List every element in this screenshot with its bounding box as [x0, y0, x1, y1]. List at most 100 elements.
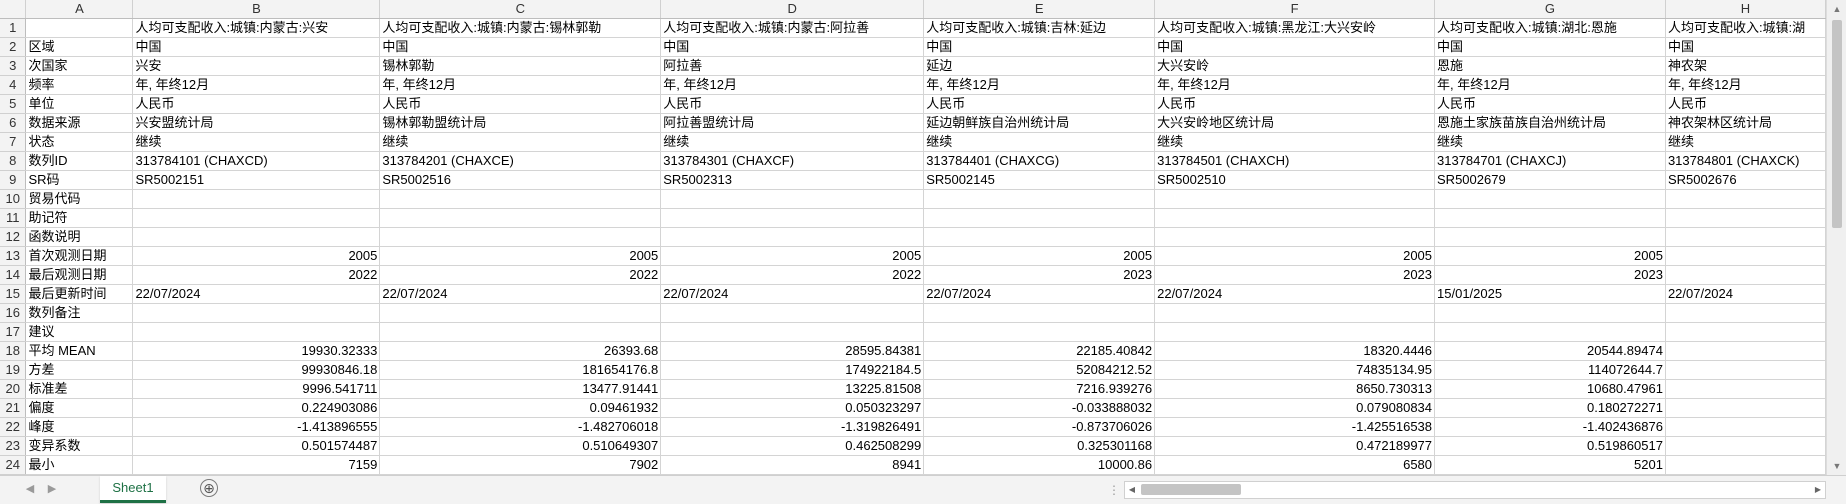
cell-label[interactable]: 数列ID	[25, 151, 134, 171]
row-header[interactable]: 18	[0, 341, 27, 361]
cell-label[interactable]: 频率	[25, 75, 134, 95]
scroll-down-arrow-icon[interactable]: ▼	[1827, 457, 1846, 475]
cell-label[interactable]: 状态	[25, 132, 134, 152]
cell[interactable]	[1434, 322, 1666, 342]
cell[interactable]: 年, 年终12月	[660, 75, 925, 95]
cell[interactable]: 2023	[923, 265, 1156, 285]
cell[interactable]	[379, 189, 662, 209]
cell[interactable]	[132, 303, 381, 323]
cell[interactable]: 22/07/2024	[379, 284, 662, 304]
cell[interactable]: 0.462508299	[660, 436, 925, 456]
row-header[interactable]: 2	[0, 37, 27, 57]
cell[interactable]: 28595.84381	[660, 341, 925, 361]
cell[interactable]: 年, 年终12月	[1434, 75, 1666, 95]
cell[interactable]: 人均可支配收入:城镇:内蒙古:兴安	[132, 18, 381, 38]
cell[interactable]: 313784701 (CHAXCJ)	[1434, 151, 1666, 171]
row-header[interactable]: 8	[0, 151, 27, 171]
cell[interactable]	[1665, 246, 1826, 266]
select-all-corner[interactable]	[0, 0, 27, 19]
cell[interactable]: 中国	[1665, 37, 1826, 57]
row-header[interactable]: 20	[0, 379, 27, 399]
cell[interactable]: 6580	[1154, 455, 1436, 475]
cell-label[interactable]: 最小	[25, 455, 134, 475]
cell[interactable]: -1.482706018	[379, 417, 662, 437]
cell[interactable]: 18320.4446	[1154, 341, 1436, 361]
row-header[interactable]: 3	[0, 56, 27, 76]
cell[interactable]	[1665, 360, 1826, 380]
cell[interactable]: SR5002151	[132, 170, 381, 190]
cell[interactable]: 人均可支配收入:城镇:湖北:恩施	[1434, 18, 1666, 38]
cell[interactable]: 年, 年终12月	[379, 75, 662, 95]
cell[interactable]: 人均可支配收入:城镇:黑龙江:大兴安岭	[1154, 18, 1436, 38]
cell[interactable]	[1665, 436, 1826, 456]
cell-label[interactable]: 次国家	[25, 56, 134, 76]
row-header[interactable]: 11	[0, 208, 27, 228]
cell[interactable]	[660, 227, 925, 247]
cell-label[interactable]: 数列备注	[25, 303, 134, 323]
row-header[interactable]: 1	[0, 18, 27, 38]
cell[interactable]: SR5002313	[660, 170, 925, 190]
cell[interactable]	[1154, 189, 1436, 209]
cell[interactable]: 2005	[132, 246, 381, 266]
cell[interactable]: 继续	[923, 132, 1156, 152]
cell[interactable]	[379, 303, 662, 323]
row-header[interactable]: 14	[0, 265, 27, 285]
scroll-up-arrow-icon[interactable]: ▲	[1827, 0, 1846, 18]
cell[interactable]: 10680.47961	[1434, 379, 1666, 399]
cell[interactable]	[132, 208, 381, 228]
cell[interactable]: 15/01/2025	[1434, 284, 1666, 304]
cell[interactable]: 人均可支配收入:城镇:湖	[1665, 18, 1826, 38]
cell[interactable]: 延边	[923, 56, 1156, 76]
cell[interactable]: 大兴安岭	[1154, 56, 1436, 76]
cell[interactable]	[1434, 208, 1666, 228]
cell[interactable]: 99930846.18	[132, 360, 381, 380]
cell[interactable]: 0.510649307	[379, 436, 662, 456]
cell[interactable]: SR5002516	[379, 170, 662, 190]
cell[interactable]: SR5002510	[1154, 170, 1436, 190]
cell[interactable]: 22/07/2024	[1665, 284, 1826, 304]
cell[interactable]: 锡林郭勒盟统计局	[379, 113, 662, 133]
cell[interactable]: 2005	[660, 246, 925, 266]
cell-label[interactable]: 峰度	[25, 417, 134, 437]
cell[interactable]: 114072644.7	[1434, 360, 1666, 380]
cell[interactable]: 人民币	[1665, 94, 1826, 114]
cell[interactable]: 锡林郭勒	[379, 56, 662, 76]
cell[interactable]	[1665, 379, 1826, 399]
cell[interactable]: 2005	[923, 246, 1156, 266]
cell[interactable]	[660, 208, 925, 228]
cell[interactable]: 0.472189977	[1154, 436, 1436, 456]
cell-label[interactable]: 方差	[25, 360, 134, 380]
cell-label[interactable]: 偏度	[25, 398, 134, 418]
cell[interactable]: 中国	[1154, 37, 1436, 57]
column-header[interactable]: D	[660, 0, 925, 19]
cell[interactable]	[1665, 303, 1826, 323]
cell[interactable]	[1434, 189, 1666, 209]
cell[interactable]: 2023	[1434, 265, 1666, 285]
cell[interactable]: 2005	[1434, 246, 1666, 266]
column-header[interactable]: E	[923, 0, 1156, 19]
cell[interactable]: 0.224903086	[132, 398, 381, 418]
cell[interactable]: 神农架	[1665, 56, 1826, 76]
column-header[interactable]: C	[379, 0, 662, 19]
row-header[interactable]: 16	[0, 303, 27, 323]
cell-label[interactable]: 首次观测日期	[25, 246, 134, 266]
cell[interactable]	[1434, 303, 1666, 323]
cell[interactable]: 年, 年终12月	[132, 75, 381, 95]
cell[interactable]: 继续	[1154, 132, 1436, 152]
cell[interactable]: 74835134.95	[1154, 360, 1436, 380]
cell[interactable]: 8941	[660, 455, 925, 475]
cell[interactable]	[1434, 227, 1666, 247]
cell[interactable]: 年, 年终12月	[923, 75, 1156, 95]
spreadsheet-grid[interactable]: ABCDEFGH 1 人均可支配收入:城镇:内蒙古:兴安 人均可支配收入:城镇:内蒙…	[0, 0, 1826, 475]
cell[interactable]: -1.425516538	[1154, 417, 1436, 437]
cell[interactable]	[1665, 189, 1826, 209]
cell-label[interactable]: 数据来源	[25, 113, 134, 133]
cell[interactable]	[1665, 227, 1826, 247]
cell[interactable]: 0.079080834	[1154, 398, 1436, 418]
cell[interactable]: 人民币	[923, 94, 1156, 114]
row-header[interactable]: 13	[0, 246, 27, 266]
cell[interactable]: SR5002676	[1665, 170, 1826, 190]
row-header[interactable]: 12	[0, 227, 27, 247]
cell-label[interactable]: 建议	[25, 322, 134, 342]
cell-label[interactable]: 最后观测日期	[25, 265, 134, 285]
